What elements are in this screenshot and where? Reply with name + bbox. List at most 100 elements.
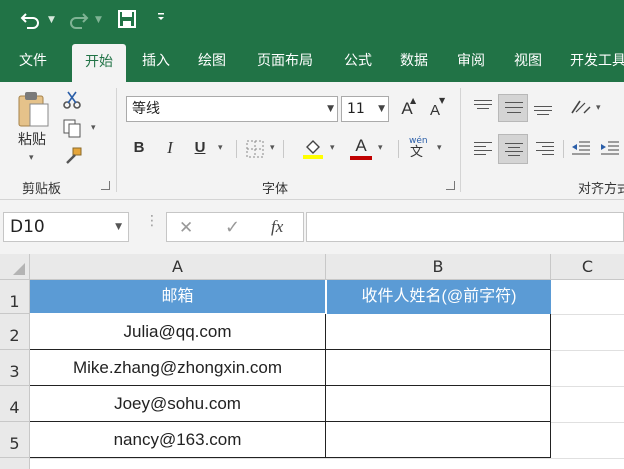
decrease-indent-icon[interactable] <box>571 140 591 162</box>
row-header-4[interactable]: 4 <box>0 386 30 422</box>
cell-b5[interactable] <box>326 422 551 458</box>
row-header-5[interactable]: 5 <box>0 422 30 458</box>
name-box-value: D10 <box>10 217 45 237</box>
row-header-2[interactable]: 2 <box>0 314 30 350</box>
middle-align-button[interactable] <box>498 94 528 122</box>
center-align-button[interactable] <box>498 134 528 164</box>
customize-qat-icon[interactable] <box>150 9 172 31</box>
grow-font-icon: ▲ <box>410 96 417 105</box>
copy-icon[interactable] <box>62 118 82 142</box>
ribbon: 粘贴 ▾ ▾ 剪贴板 等线 ▼ 11 ▼ A ▲ A ▼ B I U ▾ ▾ ▾… <box>0 82 624 200</box>
cell-a3[interactable]: Mike.zhang@zhongxin.com <box>30 350 326 386</box>
tab-file[interactable]: 文件 <box>10 40 56 82</box>
cut-icon[interactable] <box>62 90 82 114</box>
fill-color-icon[interactable] <box>302 138 324 164</box>
undo-dropdown-icon[interactable]: ▼ <box>48 12 55 28</box>
orientation-icon[interactable] <box>570 97 592 121</box>
gridline <box>551 314 624 315</box>
tab-insert[interactable]: 插入 <box>134 40 178 82</box>
underline-dropdown-icon[interactable]: ▾ <box>218 136 223 160</box>
name-box[interactable]: D10 ▼ <box>3 212 129 242</box>
cell-a2[interactable]: Julia@qq.com <box>30 314 326 350</box>
name-box-dropdown-icon[interactable]: ▼ <box>115 213 122 241</box>
font-color-dropdown-icon[interactable]: ▾ <box>378 136 383 160</box>
select-all-corner[interactable] <box>0 254 30 280</box>
undo-icon[interactable] <box>20 9 42 31</box>
formula-buttons: ✕ ✓ fx <box>166 212 304 242</box>
fill-color-dropdown-icon[interactable]: ▾ <box>330 136 335 160</box>
cell-b1[interactable]: 收件人姓名(@前字符) <box>326 280 551 314</box>
cell-a1[interactable]: 邮箱 <box>30 280 326 314</box>
group-separator <box>460 88 461 192</box>
gridline <box>551 386 624 387</box>
row-header-1[interactable]: 1 <box>0 280 30 314</box>
tab-home[interactable]: 开始 <box>72 44 126 82</box>
tab-formulas[interactable]: 公式 <box>336 40 380 82</box>
cancel-icon[interactable]: ✕ <box>179 215 199 241</box>
phonetic-dropdown-icon[interactable]: ▾ <box>437 136 442 160</box>
cell-a4[interactable]: Joey@sohu.com <box>30 386 326 422</box>
font-size-dropdown-icon[interactable]: ▼ <box>378 97 385 121</box>
align-right-icon[interactable] <box>536 140 558 160</box>
row-header-3[interactable]: 3 <box>0 350 30 386</box>
tab-developer[interactable]: 开发工具 <box>562 40 624 82</box>
redo-dropdown-icon[interactable]: ▼ <box>95 12 102 28</box>
tab-review[interactable]: 审阅 <box>449 40 493 82</box>
copy-dropdown-icon[interactable]: ▾ <box>91 116 96 140</box>
top-align-icon[interactable] <box>474 98 496 118</box>
redo-icon[interactable] <box>67 9 89 31</box>
row-header-6[interactable] <box>0 458 30 469</box>
underline-button[interactable]: U <box>189 136 211 160</box>
cell-b2[interactable] <box>326 314 551 350</box>
font-name-value: 等线 <box>132 101 160 117</box>
paste-icon[interactable] <box>16 90 50 132</box>
font-size-value: 11 <box>347 101 365 117</box>
font-color-button[interactable]: A <box>350 134 372 158</box>
clipboard-launcher-icon[interactable] <box>101 181 110 190</box>
insert-function-icon[interactable]: fx <box>271 214 293 240</box>
font-name-dropdown-icon[interactable]: ▼ <box>327 97 334 121</box>
cell-b3[interactable] <box>326 350 551 386</box>
column-header-c[interactable]: C <box>551 254 624 280</box>
borders-dropdown-icon[interactable]: ▾ <box>270 136 275 160</box>
borders-icon[interactable] <box>246 140 264 162</box>
gridline <box>30 458 624 459</box>
tab-draw[interactable]: 绘图 <box>190 40 234 82</box>
cell-b4[interactable] <box>326 386 551 422</box>
orientation-dropdown-icon[interactable]: ▾ <box>596 96 601 120</box>
column-header-b[interactable]: B <box>326 254 551 280</box>
formula-bar-grip-icon[interactable]: ⋮ <box>145 214 159 228</box>
shrink-font-icon: ▼ <box>439 96 446 105</box>
font-divider <box>236 140 237 158</box>
quick-access-toolbar: ▼ ▼ <box>0 0 624 40</box>
tab-view[interactable]: 视图 <box>506 40 550 82</box>
ribbon-tabs: 文件 开始 插入 绘图 页面布局 公式 数据 审阅 视图 开发工具 <box>0 40 624 82</box>
font-divider <box>398 140 399 158</box>
font-color-swatch <box>350 156 372 160</box>
font-divider <box>283 140 284 158</box>
enter-icon[interactable]: ✓ <box>225 215 245 241</box>
paste-dropdown-icon[interactable]: ▾ <box>29 146 34 170</box>
gridline <box>551 422 624 423</box>
format-painter-icon[interactable] <box>63 146 83 170</box>
font-size-combo[interactable]: 11 ▼ <box>341 96 389 122</box>
gridline <box>551 350 624 351</box>
formula-input[interactable] <box>306 212 624 242</box>
alignment-group-label: 对齐方式 <box>578 182 624 197</box>
bottom-align-icon[interactable] <box>534 98 556 118</box>
phonetic-bottom-text[interactable]: 文 <box>410 146 423 160</box>
font-group-label: 字体 <box>262 182 289 197</box>
tab-data[interactable]: 数据 <box>392 40 436 82</box>
font-launcher-icon[interactable] <box>446 181 455 190</box>
tab-page-layout[interactable]: 页面布局 <box>248 40 322 82</box>
align-left-icon[interactable] <box>474 140 496 160</box>
cell-a5[interactable]: nancy@163.com <box>30 422 326 458</box>
bold-button[interactable]: B <box>128 136 150 160</box>
column-header-a[interactable]: A <box>30 254 326 280</box>
group-separator <box>116 88 117 192</box>
font-name-combo[interactable]: 等线 ▼ <box>126 96 338 122</box>
spreadsheet-grid: A B C 1 2 3 4 5 邮箱 收件人姓名(@前字符) Julia@qq.… <box>0 254 624 469</box>
save-icon[interactable] <box>116 9 138 31</box>
italic-button[interactable]: I <box>159 136 181 160</box>
increase-indent-icon[interactable] <box>600 140 620 162</box>
